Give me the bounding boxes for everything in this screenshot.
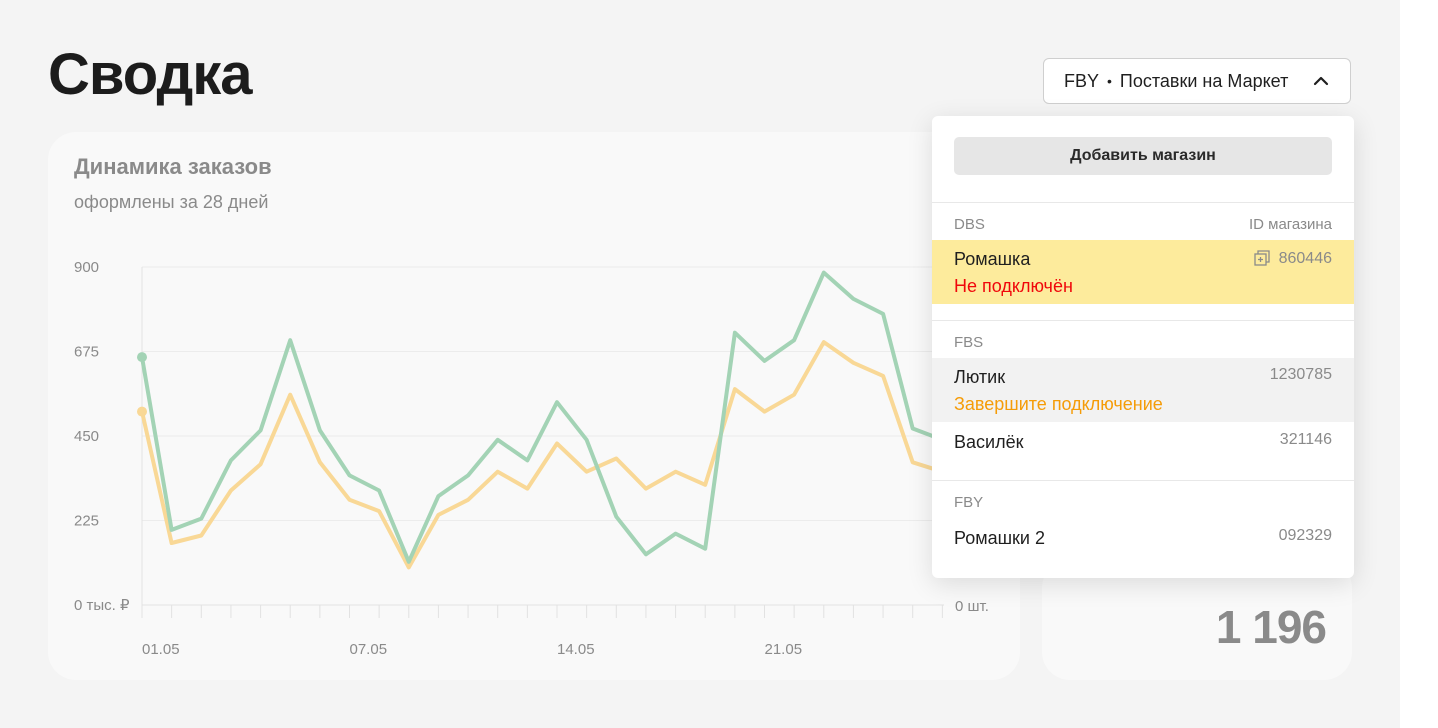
shop-name: Ромашка: [954, 249, 1031, 269]
y-right-tick-label: 0 шт.: [955, 598, 989, 615]
chevron-up-icon: [1313, 76, 1329, 86]
series-start-point: [137, 406, 147, 417]
series-line: [140, 340, 974, 570]
shop-id: 092329: [1278, 527, 1332, 544]
group-label-dbs: DBS: [954, 216, 985, 233]
shop-status: Не подключён: [954, 276, 1073, 296]
group-label-fbs: FBS: [954, 334, 984, 351]
y-tick-label: 900: [74, 259, 99, 276]
add-shop-button[interactable]: Добавить магазин: [954, 137, 1332, 175]
selector-model: FBY: [1064, 70, 1100, 91]
shop-name: Лютик: [954, 367, 1006, 387]
shop-id-header: ID магазина: [1248, 216, 1332, 233]
group-label-fby: FBY: [954, 494, 984, 511]
shop-item-romashki-2[interactable]: Ромашки 2 092329: [932, 518, 1354, 570]
shop-status: Завершите подключение: [954, 394, 1163, 414]
selector-separator: •: [1107, 73, 1112, 89]
shop-id: 860446: [1278, 250, 1332, 267]
y-tick-label: 225: [74, 513, 99, 530]
y-tick-label: 450: [74, 428, 99, 445]
shop-name: Ромашки 2: [954, 528, 1045, 548]
x-tick-label: 21.05: [765, 641, 803, 658]
shop-id: 1230785: [1269, 366, 1332, 383]
x-tick-label: 01.05: [142, 641, 180, 658]
copy-icon[interactable]: [1254, 250, 1270, 266]
x-tick-label: 14.05: [557, 641, 595, 658]
shop-item-romashka[interactable]: Ромашка 860446 Не подключён: [932, 240, 1354, 304]
series-line: [140, 270, 974, 564]
divider: [932, 320, 1354, 321]
shop-dropdown: Добавить магазин DBS ID магазина Ромашка…: [932, 116, 1354, 578]
shop-item-vasilek[interactable]: Василёк 321146: [932, 422, 1354, 474]
series-start-point: [137, 352, 147, 363]
divider: [932, 202, 1354, 203]
x-tick-label: 07.05: [350, 641, 388, 658]
y-tick-label: 0 тыс. ₽: [74, 597, 130, 614]
shop-item-lyutik[interactable]: Лютик 1230785 Завершите подключение: [932, 358, 1354, 422]
business-model-selector[interactable]: FBY • Поставки на Маркет: [1043, 58, 1351, 104]
y-tick-label: 675: [74, 344, 99, 361]
shop-id: 321146: [1279, 431, 1332, 448]
divider: [932, 480, 1354, 481]
selector-label: Поставки на Маркет: [1119, 70, 1289, 91]
shop-name: Василёк: [954, 432, 1024, 452]
